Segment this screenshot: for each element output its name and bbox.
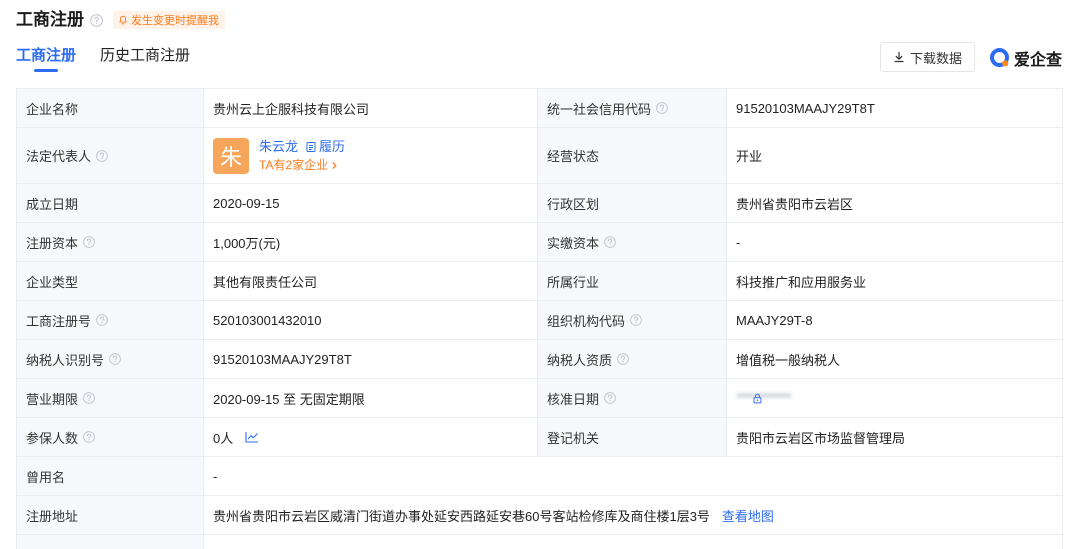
blurred-value bbox=[736, 393, 792, 398]
registered-address-text: 贵州省贵阳市云岩区威清门街道办事处延安西路延安巷60号客站检修库及商住楼1层3号 bbox=[213, 508, 710, 524]
bell-icon bbox=[119, 15, 127, 25]
help-icon[interactable] bbox=[90, 13, 103, 27]
label-region: 行政区划 bbox=[538, 184, 727, 222]
value-taxpayer-id: 91520103MAAJY29T8T bbox=[204, 340, 538, 378]
tab-bar: 工商注册 历史工商注册 bbox=[16, 46, 190, 72]
label-registration-authority: 登记机关 bbox=[538, 418, 727, 456]
page-title: 工商注册 bbox=[16, 10, 84, 29]
label-taxpayer-qualification: 纳税人资质 bbox=[538, 340, 727, 378]
value-insured-count: 0人 bbox=[204, 418, 538, 456]
value-company-name: 贵州云上企服科技有限公司 bbox=[204, 89, 538, 127]
value-former-name: - bbox=[204, 457, 1063, 495]
business-registration-page: 工商注册 发生变更时提醒我 工商注册 历史工商注册 下载数据 爱企查 企业名称 … bbox=[0, 0, 1080, 549]
lock-icon bbox=[753, 393, 762, 404]
value-registered-capital: 1,000万(元) bbox=[204, 223, 538, 261]
help-icon[interactable] bbox=[109, 353, 121, 365]
value-taxpayer-qualification: 增值税一般纳税人 bbox=[727, 340, 1063, 378]
registration-info-table: 企业名称 贵州云上企服科技有限公司 统一社会信用代码 91520103MAAJY… bbox=[16, 88, 1063, 549]
table-row: 企业名称 贵州云上企服科技有限公司 统一社会信用代码 91520103MAAJY… bbox=[17, 89, 1063, 128]
label-reg-number: 工商注册号 bbox=[17, 301, 204, 339]
value-industry: 科技推广和应用服务业 bbox=[727, 262, 1063, 300]
label-credit-code: 统一社会信用代码 bbox=[538, 89, 727, 127]
chevron-right-icon bbox=[332, 161, 337, 169]
value-approval-date bbox=[727, 379, 1063, 417]
change-alert-label: 发生变更时提醒我 bbox=[131, 15, 219, 27]
label-org-code: 组织机构代码 bbox=[538, 301, 727, 339]
value-business-status: 开业 bbox=[727, 128, 1063, 183]
label-industry: 所属行业 bbox=[538, 262, 727, 300]
legal-rep-name-link[interactable]: 朱云龙 bbox=[259, 138, 298, 155]
help-icon[interactable] bbox=[83, 236, 95, 248]
label-approval-date: 核准日期 bbox=[538, 379, 727, 417]
label-former-name: 曾用名 bbox=[17, 457, 204, 495]
help-icon[interactable] bbox=[96, 149, 108, 162]
masked-approval-date[interactable] bbox=[736, 391, 796, 405]
table-row: 成立日期 2020-09-15 行政区划 贵州省贵阳市云岩区 bbox=[17, 184, 1063, 223]
insured-count-text: 0人 bbox=[213, 430, 234, 446]
value-paid-in-capital: - bbox=[727, 223, 1063, 261]
label-registered-address: 注册地址 bbox=[17, 496, 204, 534]
download-data-label: 下载数据 bbox=[909, 50, 962, 66]
value-business-term: 2020-09-15 至 无固定期限 bbox=[204, 379, 538, 417]
value-credit-code: 91520103MAAJY29T8T bbox=[727, 89, 1063, 127]
help-icon[interactable] bbox=[604, 392, 616, 404]
label-company-name: 企业名称 bbox=[17, 89, 204, 127]
change-alert-button[interactable]: 发生变更时提醒我 bbox=[113, 11, 225, 29]
help-icon[interactable] bbox=[617, 353, 629, 365]
value-org-code: MAAJY29T-8 bbox=[727, 301, 1063, 339]
line-chart-icon[interactable] bbox=[245, 431, 259, 443]
brand-name: 爱企查 bbox=[1014, 52, 1063, 69]
resume-link[interactable]: 履历 bbox=[305, 138, 345, 155]
help-icon[interactable] bbox=[656, 102, 668, 114]
brand-logo: 爱企查 bbox=[989, 46, 1062, 70]
aiqicha-logo-icon bbox=[990, 48, 1009, 67]
value-company-type: 其他有限责任公司 bbox=[204, 262, 538, 300]
download-data-button[interactable]: 下载数据 bbox=[880, 42, 975, 72]
label-taxpayer-id: 纳税人识别号 bbox=[17, 340, 204, 378]
label-clipped-row bbox=[17, 535, 204, 549]
table-row bbox=[17, 535, 1063, 549]
table-row: 工商注册号 520103001432010 组织机构代码 MAAJY29T-8 bbox=[17, 301, 1063, 340]
table-row: 曾用名 - bbox=[17, 457, 1063, 496]
value-registered-address: 贵州省贵阳市云岩区威清门街道办事处延安西路延安巷60号客站检修库及商住楼1层3号… bbox=[204, 496, 1063, 534]
table-row: 企业类型 其他有限责任公司 所属行业 科技推广和应用服务业 bbox=[17, 262, 1063, 301]
value-clipped-row bbox=[204, 535, 1063, 549]
table-row: 法定代表人 朱 朱云龙 履历 TA有2家企业 经营状态 开业 bbox=[17, 128, 1063, 184]
table-row: 纳税人识别号 91520103MAAJY29T8T 纳税人资质 增值税一般纳税人 bbox=[17, 340, 1063, 379]
tab-business-registration[interactable]: 工商注册 bbox=[16, 46, 76, 72]
value-reg-number: 520103001432010 bbox=[204, 301, 538, 339]
table-row: 注册资本 1,000万(元) 实缴资本 - bbox=[17, 223, 1063, 262]
help-icon[interactable] bbox=[630, 314, 642, 326]
label-business-status: 经营状态 bbox=[538, 128, 727, 183]
label-legal-rep: 法定代表人 bbox=[17, 128, 204, 183]
label-business-term: 营业期限 bbox=[17, 379, 204, 417]
resume-label: 履历 bbox=[319, 139, 346, 154]
legal-rep-info: 朱云龙 履历 TA有2家企业 bbox=[259, 138, 345, 173]
label-company-type: 企业类型 bbox=[17, 262, 204, 300]
document-icon bbox=[306, 141, 316, 152]
label-insured-count: 参保人数 bbox=[17, 418, 204, 456]
legal-rep-name-line: 朱云龙 履历 bbox=[259, 138, 345, 155]
value-legal-rep: 朱 朱云龙 履历 TA有2家企业 bbox=[204, 128, 538, 183]
value-region: 贵州省贵阳市云岩区 bbox=[727, 184, 1063, 222]
table-row: 注册地址 贵州省贵阳市云岩区威清门街道办事处延安西路延安巷60号客站检修库及商住… bbox=[17, 496, 1063, 535]
help-icon[interactable] bbox=[83, 392, 95, 404]
value-founded-date: 2020-09-15 bbox=[204, 184, 538, 222]
label-paid-in-capital: 实缴资本 bbox=[538, 223, 727, 261]
table-row: 营业期限 2020-09-15 至 无固定期限 核准日期 bbox=[17, 379, 1063, 418]
value-registration-authority: 贵阳市云岩区市场监督管理局 bbox=[727, 418, 1063, 456]
download-icon bbox=[894, 51, 904, 63]
table-row: 参保人数 0人 登记机关 贵阳市云岩区市场监督管理局 bbox=[17, 418, 1063, 457]
label-registered-capital: 注册资本 bbox=[17, 223, 204, 261]
help-icon[interactable] bbox=[83, 431, 95, 443]
view-map-link[interactable]: 查看地图 bbox=[722, 506, 774, 525]
label-founded-date: 成立日期 bbox=[17, 184, 204, 222]
related-companies-label: TA有2家企业 bbox=[259, 158, 329, 172]
section-header: 工商注册 发生变更时提醒我 bbox=[16, 9, 225, 31]
help-icon[interactable] bbox=[604, 236, 616, 248]
help-icon[interactable] bbox=[96, 314, 108, 326]
avatar[interactable]: 朱 bbox=[213, 137, 249, 174]
tab-history-registration[interactable]: 历史工商注册 bbox=[100, 46, 190, 66]
related-companies-link[interactable]: TA有2家企业 bbox=[259, 157, 345, 173]
